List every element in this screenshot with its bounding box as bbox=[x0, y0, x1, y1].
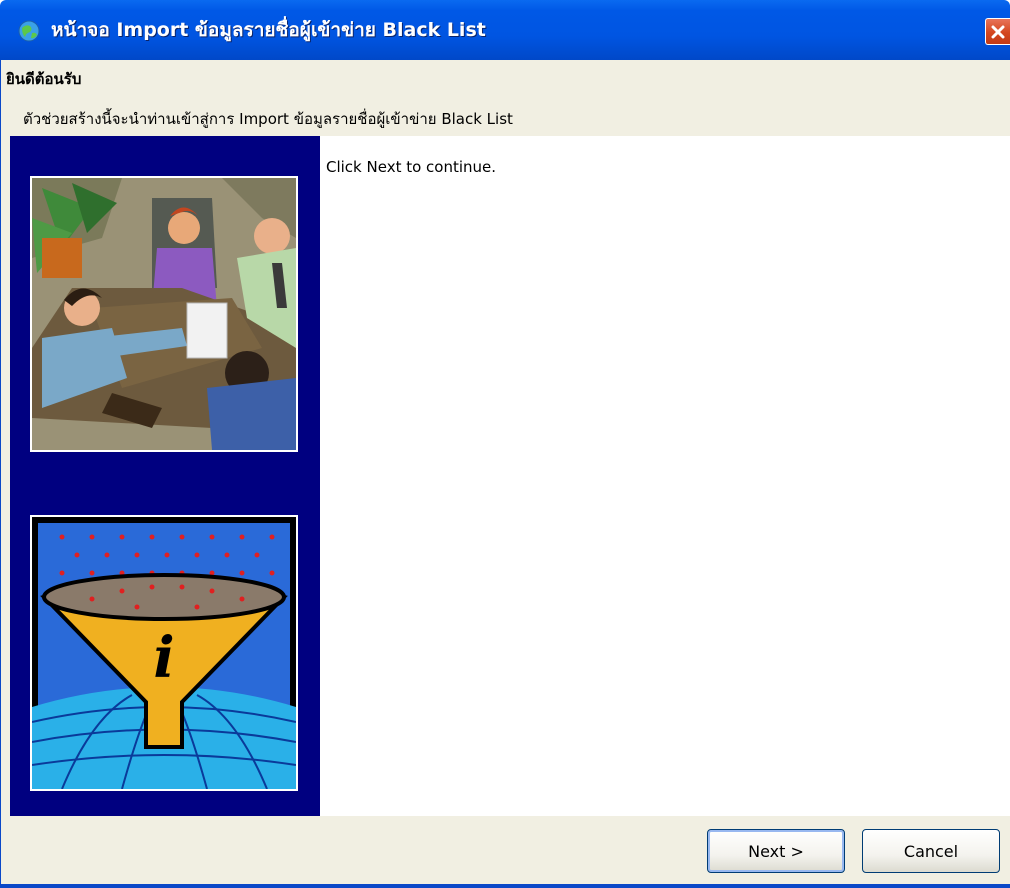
cancel-button[interactable]: Cancel bbox=[862, 829, 1000, 873]
wizard-header: ยินดีต้อนรับ ตัวช่วยสร้างนี้จะนำท่านเข้า… bbox=[0, 60, 1010, 136]
close-button[interactable] bbox=[985, 18, 1010, 45]
wizard-footer: Next > Cancel bbox=[0, 816, 1010, 888]
svg-text:i: i bbox=[153, 625, 174, 691]
window-bottom-border bbox=[0, 884, 1010, 888]
next-button[interactable]: Next > bbox=[707, 829, 845, 873]
globe-icon bbox=[18, 20, 40, 42]
left-edge bbox=[0, 136, 10, 816]
continue-message: Click Next to continue. bbox=[326, 158, 497, 176]
wizard-content: Click Next to continue. bbox=[320, 136, 1010, 816]
window-title: หน้าจอ Import ข้อมูลรายชื่อผู้เข้าข่าย B… bbox=[51, 19, 486, 41]
header-subtitle: ตัวช่วยสร้างนี้จะนำท่านเข้าสู่การ Import… bbox=[23, 110, 513, 128]
title-bar[interactable]: หน้าจอ Import ข้อมูลรายชื่อผู้เข้าข่าย B… bbox=[0, 0, 1010, 60]
meeting-clipart-image bbox=[30, 176, 298, 452]
header-title: ยินดีต้อนรับ bbox=[6, 70, 82, 88]
info-funnel-image: i bbox=[30, 515, 298, 791]
wizard-window: หน้าจอ Import ข้อมูลรายชื่อผู้เข้าข่าย B… bbox=[0, 0, 1010, 888]
